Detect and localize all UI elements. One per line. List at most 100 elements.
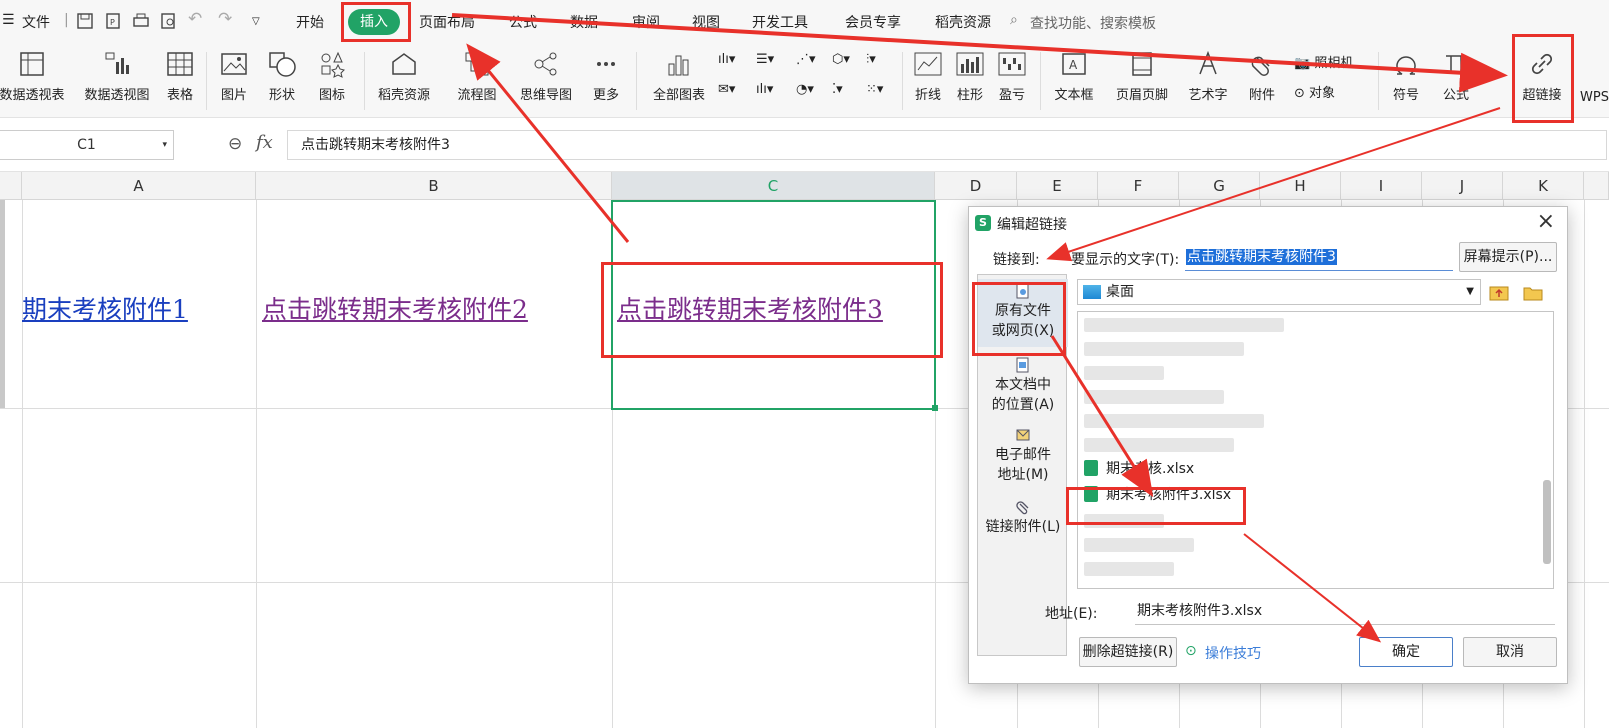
folder-select[interactable]: 桌面 ▼ [1077,279,1481,305]
all-charts-button[interactable]: 全部图表 [646,50,712,103]
column-header-e[interactable]: E [1017,172,1098,200]
wordart-button[interactable]: 艺术字 [1180,50,1236,103]
tab-data[interactable]: 数据 [570,12,598,32]
sparkline-column-button[interactable]: 柱形 [952,50,988,103]
column-header-k[interactable]: K [1503,172,1584,200]
print-preview-icon[interactable] [160,12,178,30]
more-button[interactable]: 更多 [584,50,628,103]
save-icon[interactable] [76,12,94,30]
fill-handle[interactable] [932,405,938,411]
daoke-button[interactable]: 稻壳资源 [372,50,436,103]
menu-icon[interactable]: ☰ [2,12,15,28]
list-item[interactable] [1084,338,1244,360]
column-header-h[interactable]: H [1260,172,1341,200]
textbox-button[interactable]: A 文本框 [1046,50,1102,103]
shape-button[interactable]: 形状 [260,50,304,103]
daoke-label: 稻壳资源 [377,88,430,103]
list-item[interactable] [1084,314,1284,336]
remove-link-button[interactable]: 删除超链接(R) [1079,637,1177,667]
picture-button[interactable]: 图片 [212,50,256,103]
column-header-d[interactable]: D [935,172,1017,200]
bar-chart-h-icon[interactable]: ☰▾ [756,52,774,67]
column-header-f[interactable]: F [1098,172,1179,200]
sparkline-winloss-button[interactable]: 盈亏 [994,50,1030,103]
search-input[interactable]: 查找功能、搜索模板 [1030,13,1156,33]
combo-chart-icon[interactable]: ılı▾ [756,82,773,97]
export-icon[interactable]: P [104,12,122,30]
up-folder-icon[interactable] [1488,281,1510,303]
mindmap-button[interactable]: 思维导图 [514,50,578,103]
scrollbar[interactable] [1543,480,1551,564]
attachment-button[interactable]: 附件 [1244,50,1280,103]
sidebar-item-document-place[interactable]: 本文档中 的位置(A) [978,357,1068,425]
bubble-chart-icon[interactable]: ⁙▾ [866,82,883,97]
object-button[interactable]: ⊙ 对象 [1294,82,1335,101]
cell-b1-link[interactable]: 点击跳转期末考核附件2 [262,290,528,326]
header-footer-button[interactable]: 页眉页脚 [1110,50,1174,103]
column-chart-icon[interactable]: ılı▾ [718,52,735,67]
tab-page-layout[interactable]: 页面布局 [419,12,475,32]
undo-icon[interactable]: ↶ [188,9,202,29]
file-menu[interactable]: 文件 [22,12,50,32]
fx-icon[interactable]: fx [256,132,273,153]
list-item[interactable]: 期末考核.xlsx [1084,458,1194,480]
list-item[interactable] [1084,362,1164,384]
tips-link[interactable]: 操作技巧 [1205,643,1261,663]
cell-a1-link[interactable]: 期末考核附件1 [22,290,188,326]
column-header-i[interactable]: I [1341,172,1422,200]
column-header-c[interactable]: C [612,172,935,200]
row-header-1[interactable] [0,200,5,408]
zoom-icon[interactable]: ⊖ [228,134,242,154]
sidebar-item-email[interactable]: 电子邮件 地址(M) [978,427,1068,495]
cancel-button[interactable]: 取消 [1463,637,1557,667]
screen-tip-button[interactable]: 屏幕提示(P)... [1459,242,1557,272]
line-chart-icon[interactable]: ⋰▾ [796,52,816,67]
icon-button[interactable]: 图标 [310,50,354,103]
tab-formula[interactable]: 公式 [509,12,537,32]
pie-chart-icon[interactable]: ◔▾ [796,82,814,97]
chevron-down-icon[interactable]: ▽ [252,16,260,27]
tab-daoke[interactable]: 稻壳资源 [935,12,991,32]
list-item[interactable] [1084,534,1194,556]
list-item[interactable] [1084,558,1174,580]
formula-input[interactable]: 点击跳转期末考核附件3 [287,130,1607,160]
table-button[interactable]: 表格 [160,50,200,103]
pivot-table-button[interactable]: 数据透视表 [0,50,72,103]
symbol-button[interactable]: 符号 [1384,50,1428,103]
column-header-a[interactable]: A [22,172,256,200]
browse-folder-icon[interactable] [1522,281,1544,303]
area-chart-icon[interactable]: ✉▾ [718,82,735,97]
radar-chart-icon[interactable]: ⬡▾ [832,52,850,67]
sidebar-item-attachment[interactable]: 链接附件(L) [978,499,1068,549]
tab-developer[interactable]: 开发工具 [752,12,808,32]
redo-icon[interactable]: ↷ [218,9,232,29]
address-input[interactable]: 期末考核附件3.xlsx [1135,599,1555,625]
column-header-l[interactable] [1584,172,1609,200]
column-header-g[interactable]: G [1179,172,1260,200]
search-icon[interactable]: ⌕ [1010,12,1018,28]
tab-view[interactable]: 视图 [692,12,720,32]
close-icon[interactable]: × [1537,209,1555,234]
formula-button[interactable]: 公式 [1434,50,1478,103]
list-item[interactable] [1084,386,1224,408]
tab-member[interactable]: 会员专享 [845,12,901,32]
scatter-chart-icon[interactable]: ⁚▾ [832,82,843,97]
tab-review[interactable]: 审阅 [632,12,660,32]
ok-button[interactable]: 确定 [1359,637,1453,667]
flowchart-button[interactable]: 流程图 [452,50,502,103]
column-header-b[interactable]: B [256,172,612,200]
print-icon[interactable] [132,12,150,30]
stock-chart-icon[interactable]: ⫶▾ [866,52,876,67]
select-all-corner[interactable] [0,172,22,200]
file-list[interactable]: 期末考核.xlsx 期末考核附件3.xlsx [1077,311,1554,589]
sparkline-line-button[interactable]: 折线 [910,50,946,103]
name-box[interactable]: C1 ▾ [0,130,174,160]
list-item[interactable] [1084,410,1264,432]
pivot-chart-button[interactable]: 数据透视图 [78,50,156,103]
wps-label[interactable]: WPS [1580,90,1609,105]
camera-button[interactable]: 📷 照相机 [1294,52,1353,71]
display-text-input[interactable]: 点击跳转期末考核附件3 [1185,245,1453,271]
column-header-j[interactable]: J [1422,172,1503,200]
tab-start[interactable]: 开始 [296,12,324,32]
list-item[interactable] [1084,434,1234,456]
